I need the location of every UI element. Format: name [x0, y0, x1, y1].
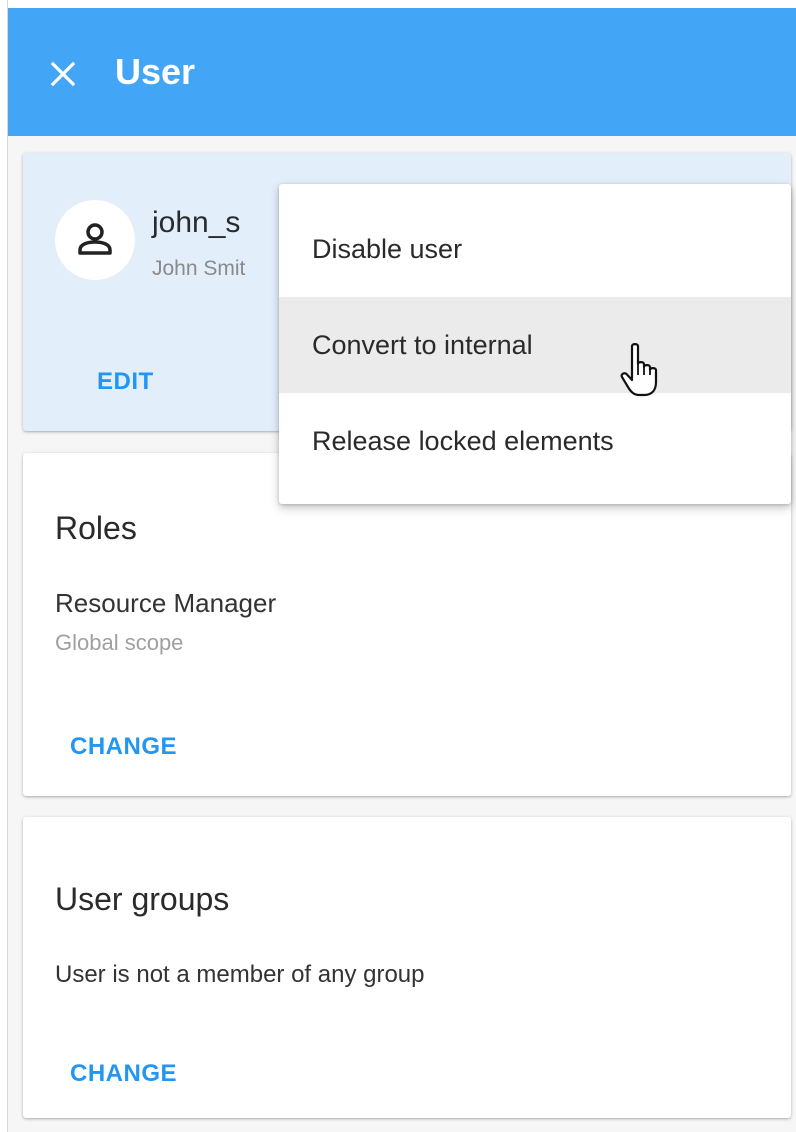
user-actions-menu: Disable user Convert to internal Release…: [279, 184, 791, 504]
roles-title: Roles: [55, 510, 137, 546]
user-groups-empty-text: User is not a member of any group: [55, 961, 425, 988]
role-name: Resource Manager: [55, 588, 277, 618]
avatar: [55, 200, 135, 280]
change-groups-button[interactable]: CHANGE: [70, 1060, 177, 1088]
panel-header: User: [8, 8, 796, 136]
page: User john_s John Smit EDIT Roles Resourc…: [0, 0, 796, 1132]
change-roles-button[interactable]: CHANGE: [70, 733, 177, 761]
roles-card: Roles Resource Manager Global scope CHAN…: [23, 453, 791, 796]
user-groups-card: User groups User is not a member of any …: [23, 817, 791, 1118]
full-name: John Smit: [152, 257, 246, 280]
role-scope: Global scope: [55, 630, 184, 655]
user-groups-title: User groups: [55, 881, 230, 917]
close-icon[interactable]: [46, 57, 80, 91]
page-title: User: [115, 51, 196, 92]
person-icon: [78, 223, 112, 255]
username: john_s: [152, 206, 241, 239]
left-edge-divider: [0, 0, 8, 1132]
menu-item-convert-to-internal[interactable]: Convert to internal: [279, 297, 791, 393]
menu-item-release-locked-elements[interactable]: Release locked elements: [279, 393, 791, 489]
menu-item-disable-user[interactable]: Disable user: [279, 201, 791, 297]
edit-button[interactable]: EDIT: [97, 368, 154, 396]
user-panel: User john_s John Smit EDIT Roles Resourc…: [8, 8, 796, 1132]
